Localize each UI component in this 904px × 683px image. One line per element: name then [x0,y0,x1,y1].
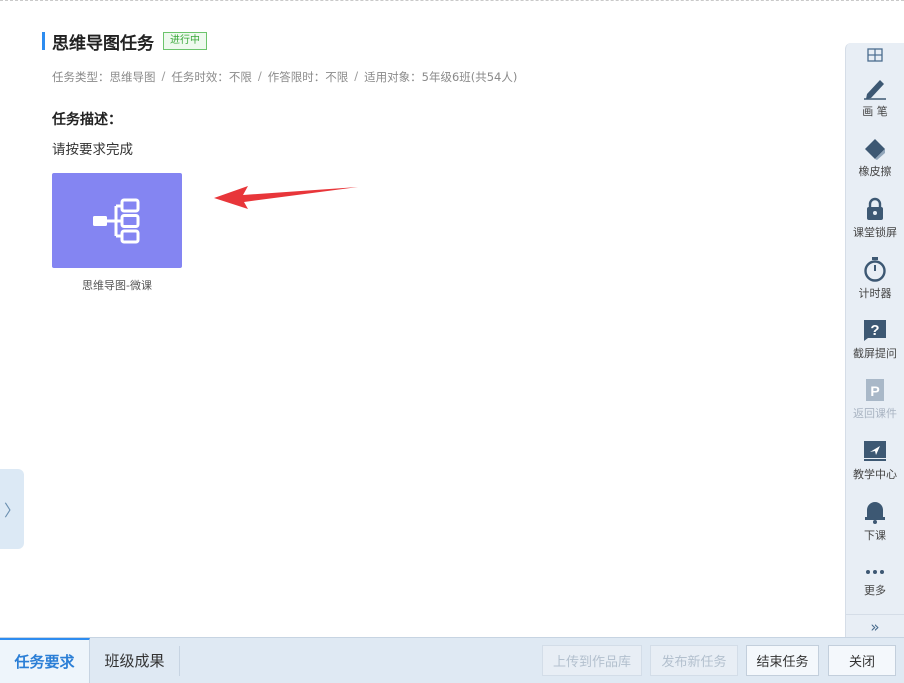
upload-to-gallery-button[interactable]: 上传到作品库 [542,645,642,676]
meta-separator: / [354,69,359,83]
tab-task-requirements[interactable]: 任务要求 [0,638,90,683]
status-badge: 进行中 [163,32,207,50]
meta-separator: / [257,69,262,83]
lock-icon [867,197,883,220]
ppt-icon: P [866,379,884,402]
toolbar-label: 下课 [864,529,886,543]
question-icon: ? [864,319,886,341]
expand-side-panel-button[interactable]: 〉 [0,469,24,549]
right-toolbar: 画 笔 橡皮擦 课堂锁屏 计时器 ? 截屏提问 P 返回课件 教学中心 下课 更… [845,43,904,639]
toolbar-return-courseware[interactable]: P 返回课件 [846,370,904,431]
chevron-right-icon: 〉 [3,501,20,520]
collapse-toolbar-button[interactable]: » [846,614,904,639]
task-meta: 任务类型：思维导图 / 任务时效：不限 / 作答限时：不限 / 适用对象：5年级… [52,69,517,85]
toolbar-eraser[interactable]: 橡皮擦 [846,128,904,189]
pen-icon [864,79,886,100]
meta-type: 任务类型：思维导图 [52,70,156,84]
layout-icon [867,48,883,62]
meta-validity: 任务时效：不限 [171,70,252,84]
toolbar-label: 更多 [864,583,886,597]
toolbar-label: 橡皮擦 [858,165,892,179]
toolbar-screenshot-question[interactable]: ? 截屏提问 [846,309,904,370]
toolbar-label: 画 笔 [862,104,888,118]
task-header: 思维导图任务 进行中 [42,29,207,54]
resource-label: 思维导图-微课 [82,279,152,292]
close-button[interactable]: 关闭 [828,645,896,676]
toolbar-label: 课堂锁屏 [853,225,897,239]
toolbar-timer[interactable]: 计时器 [846,249,904,310]
page-title: 思维导图任务 [52,33,154,54]
toolbar-label: 计时器 [858,287,892,301]
toolbar-more[interactable]: 更多 [846,551,904,612]
tab-divider [179,646,180,676]
end-task-button[interactable]: 结束任务 [746,645,819,676]
mindmap-icon [93,198,140,243]
resource-card[interactable] [52,173,182,268]
toolbar-end-class[interactable]: 下课 [846,491,904,552]
task-window: 思维导图任务 进行中 任务类型：思维导图 / 任务时效：不限 / 作答限时：不限… [0,0,904,683]
layout-toggle-button[interactable] [846,43,904,67]
meta-audience: 适用对象：5年级6班(共54人) [364,70,518,84]
publish-new-task-button[interactable]: 发布新任务 [650,645,738,676]
toolbar-teaching-center[interactable]: 教学中心 [846,430,904,491]
description-text: 请按要求完成 [52,142,133,158]
red-arrow-annotation [214,186,358,209]
send-icon [864,440,886,461]
more-icon [866,569,884,574]
toolbar-pen[interactable]: 画 笔 [846,67,904,128]
meta-separator: / [161,69,166,83]
tab-label: 任务要求 [14,653,75,671]
toolbar-label: 返回课件 [853,407,897,421]
toolbar-label: 截屏提问 [853,346,897,360]
toolbar-label: 教学中心 [853,467,897,481]
toolbar-lock-screen[interactable]: 课堂锁屏 [846,188,904,249]
timer-icon [864,257,886,282]
title-accent-bar [42,32,45,50]
bottom-bar: 任务要求 班级成果 上传到作品库 发布新任务 结束任务 关闭 [0,637,904,683]
description-label: 任务描述： [52,112,122,128]
tab-label: 班级成果 [104,652,165,670]
tab-class-results[interactable]: 班级成果 [90,638,179,683]
eraser-icon [865,139,885,161]
svg-text:P: P [870,383,879,399]
double-chevron-right-icon: » [870,618,880,636]
bell-icon [865,502,885,525]
meta-time-limit: 作答限时：不限 [267,70,349,84]
svg-text:?: ? [870,322,879,339]
